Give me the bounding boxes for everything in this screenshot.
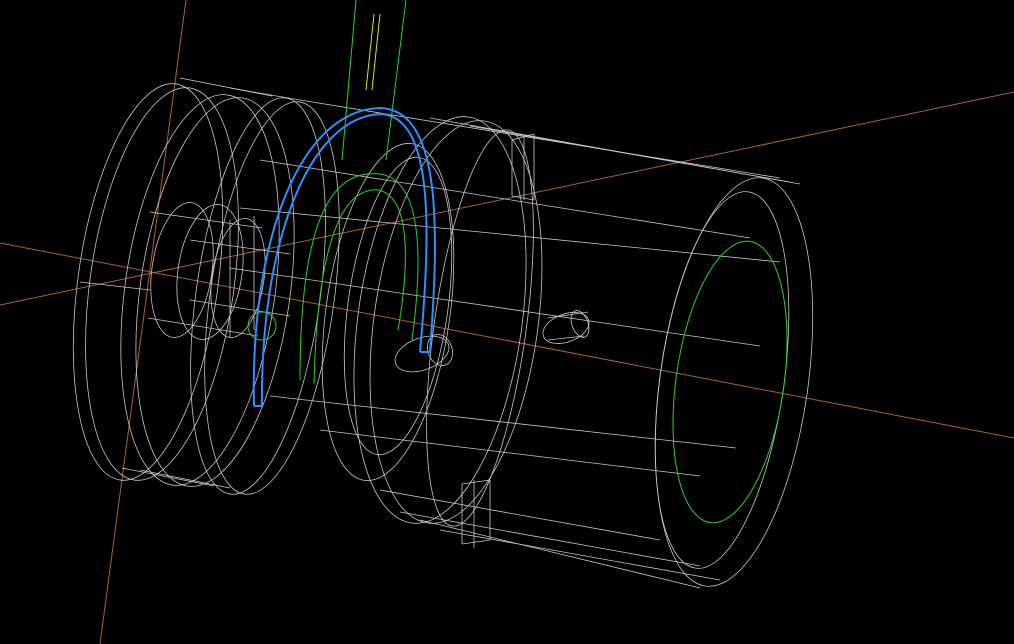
cursor-markers: [365, 13, 381, 91]
main-cylinder-body[interactable]: [229, 99, 836, 596]
end-flange[interactable]: [51, 74, 361, 502]
guide-lines: [247, 0, 419, 385]
wireframe-scene[interactable]: [0, 0, 1014, 644]
axis-y: [0, 242, 1014, 439]
scene-axes: [0, 0, 1014, 644]
axis-x: [0, 91, 1014, 306]
inner-bore[interactable]: [657, 234, 803, 530]
wireframe-geometry: [51, 74, 836, 596]
cad-viewport[interactable]: [0, 0, 1014, 644]
highlighted-geometry: [247, 0, 803, 530]
